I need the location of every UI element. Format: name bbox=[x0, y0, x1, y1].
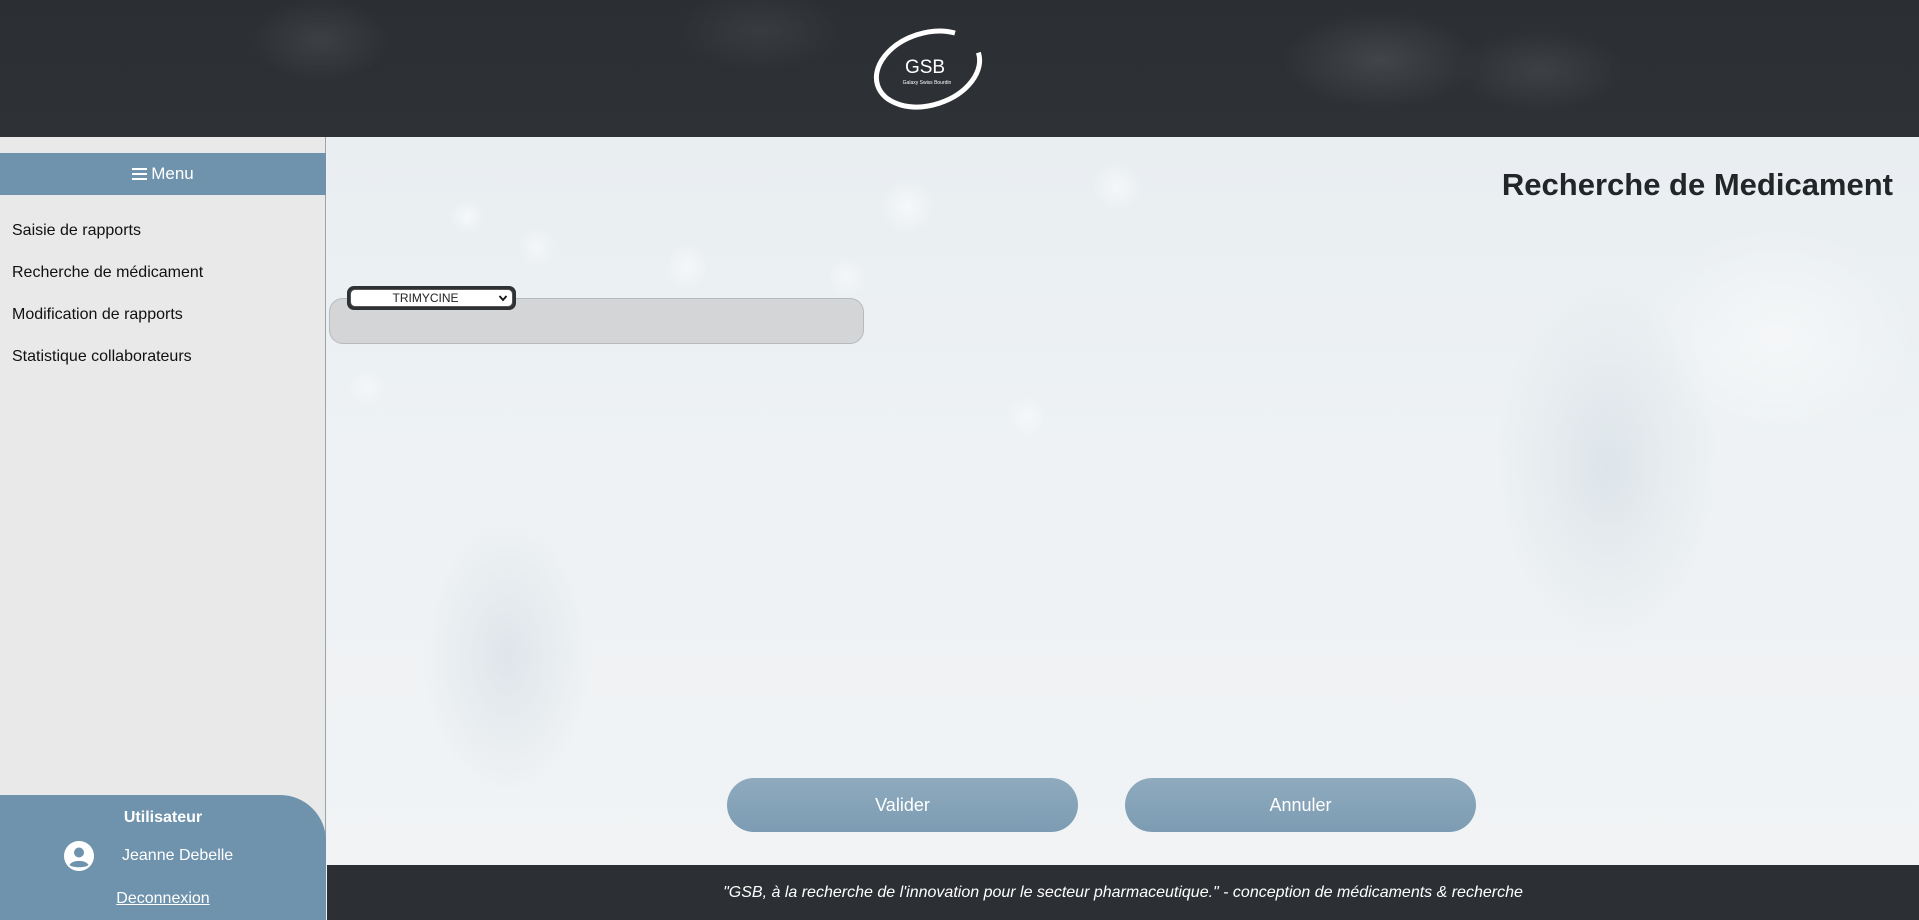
sidebar-item-modification-rapports[interactable]: Modification de rapports bbox=[12, 305, 203, 347]
nav-list: Saisie de rapports Recherche de médicame… bbox=[12, 221, 203, 389]
validate-button[interactable]: Valider bbox=[727, 778, 1078, 832]
hamburger-icon bbox=[132, 168, 148, 180]
medicament-select[interactable]: TRIMYCINE bbox=[347, 286, 516, 310]
user-name: Jeanne Debelle bbox=[122, 847, 234, 864]
menu-header[interactable]: Menu bbox=[0, 153, 326, 195]
user-panel-title: Utilisateur bbox=[123, 809, 203, 826]
header: GSB Galaxy Swiss Bourdin bbox=[0, 0, 1919, 137]
logout-link[interactable]: Deconnexion bbox=[0, 890, 326, 908]
main-content: Recherche de Medicament TRIMYCINE Valide… bbox=[327, 137, 1919, 865]
gsb-logo-icon: GSB Galaxy Swiss Bourdin bbox=[873, 28, 983, 110]
sidebar-item-recherche-medicament[interactable]: Recherche de médicament bbox=[12, 263, 203, 305]
menu-label: Menu bbox=[151, 164, 194, 183]
medicament-select-box[interactable]: TRIMYCINE bbox=[350, 289, 513, 307]
sidebar-item-saisie-rapports[interactable]: Saisie de rapports bbox=[12, 221, 203, 263]
footer: "GSB, à la recherche de l'innovation pou… bbox=[327, 865, 1919, 920]
sidebar: Menu Saisie de rapports Recherche de méd… bbox=[0, 137, 326, 920]
sidebar-item-statistique-collaborateurs[interactable]: Statistique collaborateurs bbox=[12, 347, 203, 389]
medicament-select-value: TRIMYCINE bbox=[392, 291, 459, 305]
user-avatar-icon bbox=[64, 841, 94, 871]
user-panel: Utilisateur Jeanne Debelle Deconnexion bbox=[0, 795, 326, 920]
cancel-button[interactable]: Annuler bbox=[1125, 778, 1476, 832]
chevron-down-icon bbox=[498, 295, 508, 302]
user-row: Jeanne Debelle bbox=[64, 841, 233, 871]
footer-tagline: "GSB, à la recherche de l'innovation pou… bbox=[723, 883, 1523, 901]
page-title: Recherche de Medicament bbox=[1501, 167, 1893, 202]
logo-tagline: Galaxy Swiss Bourdin bbox=[903, 80, 952, 86]
logo-text: GSB bbox=[905, 57, 945, 78]
gsb-logo[interactable]: GSB Galaxy Swiss Bourdin bbox=[870, 28, 986, 110]
